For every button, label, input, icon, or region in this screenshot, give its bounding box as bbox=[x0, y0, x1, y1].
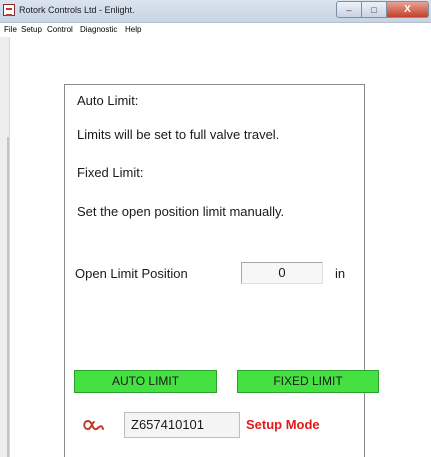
menu-diagnostic[interactable]: Diagnostic bbox=[80, 25, 117, 34]
open-limit-unit: in bbox=[335, 266, 346, 281]
mode-status: Setup Mode bbox=[246, 417, 320, 432]
fixed-limit-button[interactable]: FIXED LIMIT bbox=[237, 370, 379, 393]
menu-bar: File Setup Control Diagnostic Help bbox=[0, 23, 431, 37]
maximize-button[interactable]: □ bbox=[362, 1, 387, 18]
rotork-logo-icon bbox=[83, 419, 104, 431]
menu-control[interactable]: Control bbox=[47, 25, 73, 34]
menu-help[interactable]: Help bbox=[125, 25, 141, 34]
maximize-icon: □ bbox=[371, 4, 377, 15]
serial-number-field: Z657410101 bbox=[124, 412, 240, 438]
menu-file[interactable]: File bbox=[4, 25, 17, 34]
window-controls: – □ X bbox=[336, 1, 429, 20]
title-bar[interactable]: Rotork Controls Ltd - Enlight. – □ X bbox=[0, 0, 431, 23]
menu-setup[interactable]: Setup bbox=[21, 25, 42, 34]
fixed-limit-heading: Fixed Limit: bbox=[77, 165, 144, 180]
open-limit-position-field[interactable]: 0 bbox=[241, 262, 323, 284]
close-button[interactable]: X bbox=[387, 1, 429, 18]
auto-limit-description: Limits will be set to full valve travel. bbox=[77, 127, 280, 142]
auto-limit-button[interactable]: AUTO LIMIT bbox=[74, 370, 217, 393]
close-icon: X bbox=[404, 4, 411, 15]
window-title: Rotork Controls Ltd - Enlight. bbox=[19, 5, 135, 15]
fixed-limit-description: Set the open position limit manually. bbox=[77, 204, 285, 219]
app-icon[interactable] bbox=[3, 4, 15, 16]
open-limit-position-label: Open Limit Position bbox=[75, 266, 188, 281]
application-window: Rotork Controls Ltd - Enlight. – □ X Fil… bbox=[0, 0, 431, 457]
auto-limit-heading: Auto Limit: bbox=[77, 93, 139, 108]
left-frame-edge bbox=[0, 37, 10, 457]
minimize-button[interactable]: – bbox=[336, 1, 362, 18]
minimize-icon: – bbox=[346, 4, 352, 15]
